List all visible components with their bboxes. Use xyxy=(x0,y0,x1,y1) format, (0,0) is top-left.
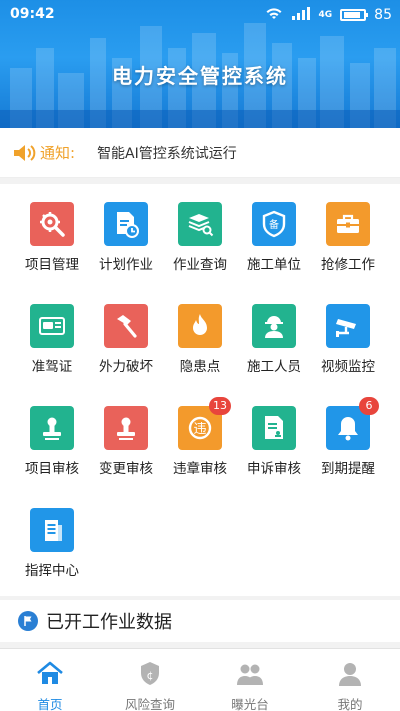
users-icon xyxy=(237,664,263,685)
grid-item-driving-license[interactable]: 准驾证 xyxy=(12,304,92,375)
grid-label: 项目管理 xyxy=(25,257,79,273)
gear-wrench-icon xyxy=(30,202,74,246)
grid-label: 隐患点 xyxy=(179,359,221,375)
grid-item-repair-work[interactable]: 抢修工作 xyxy=(308,202,388,273)
svg-text:违: 违 xyxy=(193,422,206,437)
notice-label: 通知: xyxy=(40,144,76,162)
stamp-icon xyxy=(30,406,74,450)
grid-label: 申诉审核 xyxy=(247,461,301,477)
document-stamp-icon xyxy=(252,406,296,450)
grid-label: 视频监控 xyxy=(321,359,375,375)
stamp-icon xyxy=(104,406,148,450)
grid-label: 指挥中心 xyxy=(25,563,79,579)
grid-item-hazard-point[interactable]: 隐患点 xyxy=(160,304,240,375)
nav-exposure[interactable]: 曝光台 xyxy=(200,649,300,711)
svg-text:备: 备 xyxy=(269,218,279,231)
battery-icon xyxy=(340,9,369,21)
nav-label: 风险查询 xyxy=(124,697,175,711)
wifi-icon xyxy=(265,6,283,24)
grid-label: 施工人员 xyxy=(247,359,301,375)
speaker-icon xyxy=(14,144,36,161)
nav-label: 曝光台 xyxy=(231,697,269,711)
risk-icon: ¢ xyxy=(141,662,159,685)
nav-label: 我的 xyxy=(337,697,363,711)
grid-item-project-review[interactable]: 项目审核 xyxy=(12,406,92,477)
app-header: 09:42 4G 85 电力安全管控系统 xyxy=(0,0,400,128)
toolbox-icon xyxy=(326,202,370,246)
grid-item-change-review[interactable]: 变更审核 xyxy=(86,406,166,477)
camera-icon xyxy=(326,304,370,348)
grid-label: 项目审核 xyxy=(25,461,79,477)
worker-icon xyxy=(252,304,296,348)
section-header: 已开工作业数据 xyxy=(0,600,400,642)
notice-bar[interactable]: 通知: 智能AI管控系统试运行 xyxy=(0,128,400,178)
notice-text: 智能AI管控系统试运行 xyxy=(97,145,237,162)
svg-text:¢: ¢ xyxy=(147,669,154,682)
nav-risk-query[interactable]: ¢ 风险查询 xyxy=(100,649,200,711)
battery-level: 85 xyxy=(374,7,392,23)
function-grid: 项目管理 计划作业 作业查询 备 施工单位 抢修工作 准驾证 外力破坏 隐患点 … xyxy=(0,184,400,596)
home-icon xyxy=(37,661,63,684)
app-title: 电力安全管控系统 xyxy=(112,64,288,88)
grid-label: 到期提醒 xyxy=(321,461,375,477)
status-bar: 09:42 4G 85 xyxy=(0,0,400,28)
book-search-icon xyxy=(178,202,222,246)
grid-label: 外力破坏 xyxy=(99,359,153,375)
hammer-icon xyxy=(104,304,148,348)
status-time: 09:42 xyxy=(10,6,55,22)
grid-item-external-damage[interactable]: 外力破坏 xyxy=(86,304,166,375)
status-icons: 4G 85 xyxy=(265,6,392,24)
grid-item-command-center[interactable]: 指挥中心 xyxy=(12,508,92,579)
grid-item-expiry-reminder[interactable]: 6 到期提醒 xyxy=(308,397,388,477)
grid-label: 施工单位 xyxy=(247,257,301,273)
network-type-label: 4G xyxy=(318,10,333,20)
fire-icon xyxy=(178,304,222,348)
grid-item-violation-review[interactable]: 违 13 违章审核 xyxy=(160,397,240,477)
grid-item-work-query[interactable]: 作业查询 xyxy=(160,202,240,273)
building-icon xyxy=(30,508,74,552)
nav-mine[interactable]: 我的 xyxy=(300,649,400,711)
grid-label: 变更审核 xyxy=(99,461,153,477)
bottom-nav: 首页 ¢ 风险查询 曝光台 我的 xyxy=(0,648,400,711)
grid-item-video-monitor[interactable]: 视频监控 xyxy=(308,304,388,375)
nav-label: 首页 xyxy=(37,697,63,711)
violation-icon: 违 13 xyxy=(178,397,231,450)
grid-item-construction-staff[interactable]: 施工人员 xyxy=(234,304,314,375)
person-icon xyxy=(339,663,361,686)
bell-icon: 6 xyxy=(326,397,379,450)
grid-label: 作业查询 xyxy=(173,257,227,273)
grid-label: 违章审核 xyxy=(173,461,227,477)
grid-label: 抢修工作 xyxy=(321,257,375,273)
reminder-count-badge: 6 xyxy=(359,397,379,415)
violation-count-badge: 13 xyxy=(209,397,231,415)
grid-item-construction-unit[interactable]: 备 施工单位 xyxy=(234,202,314,273)
grid-item-plan-work[interactable]: 计划作业 xyxy=(86,202,166,273)
license-card-icon xyxy=(30,304,74,348)
grid-label: 计划作业 xyxy=(99,257,153,273)
signal-icon xyxy=(291,6,311,24)
section-title: 已开工作业数据 xyxy=(46,612,172,633)
grid-item-appeal-review[interactable]: 申诉审核 xyxy=(234,406,314,477)
flag-icon xyxy=(18,611,38,631)
shield-icon: 备 xyxy=(252,202,296,246)
document-clock-icon xyxy=(104,202,148,246)
grid-item-project-management[interactable]: 项目管理 xyxy=(12,202,92,273)
grid-label: 准驾证 xyxy=(31,359,73,375)
nav-home[interactable]: 首页 xyxy=(0,649,100,711)
